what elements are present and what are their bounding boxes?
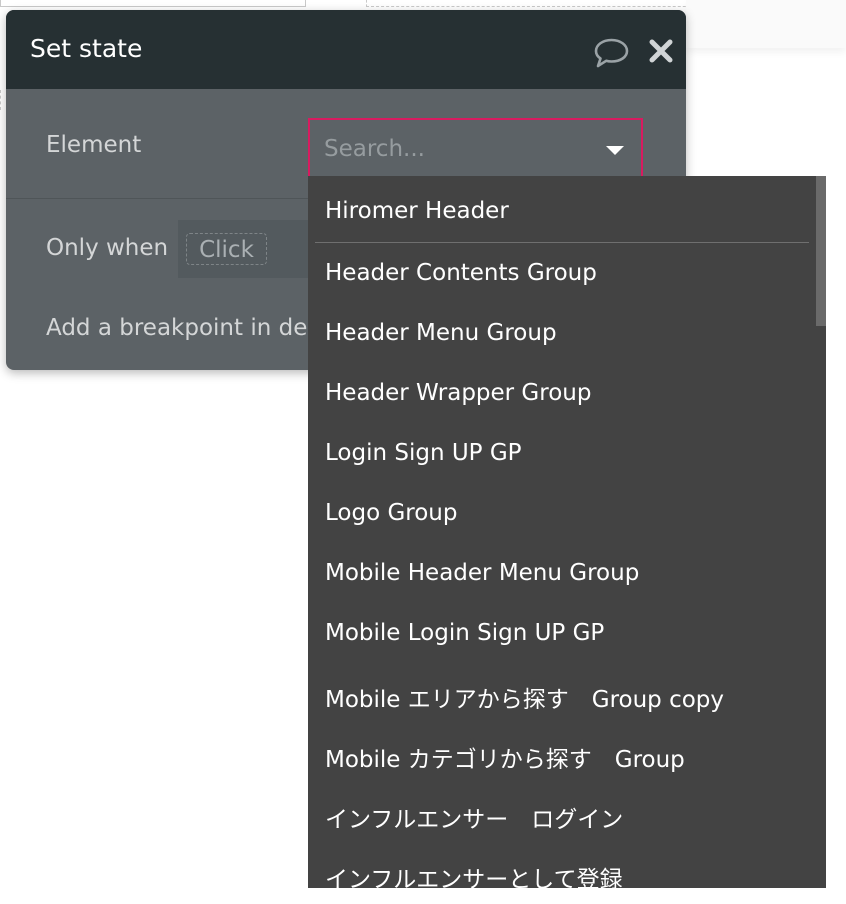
dropdown-item[interactable]: Login Sign UP GP	[325, 440, 522, 466]
element-search-input[interactable]	[324, 134, 594, 164]
dropdown-item[interactable]: Header Wrapper Group	[325, 380, 591, 406]
canvas-element-shadow	[686, 0, 846, 48]
canvas-element-outline	[0, 0, 306, 7]
panel-header: Set state	[6, 10, 686, 89]
dropdown-item[interactable]: Logo Group	[325, 500, 458, 526]
dropdown-item[interactable]: Mobile Login Sign UP GP	[325, 620, 604, 646]
only-when-label: Only when	[46, 235, 169, 261]
dropdown-item[interactable]: Mobile カテゴリから探す Group	[325, 740, 685, 774]
condition-chip[interactable]: Click	[186, 233, 267, 265]
caret-down-icon[interactable]	[606, 146, 624, 155]
dropdown-item[interactable]: Header Contents Group	[325, 260, 597, 286]
element-dropdown-list: Hiromer Header Header Contents Group Hea…	[308, 176, 826, 888]
breakpoint-label: Add a breakpoint in deb	[46, 315, 322, 341]
dropdown-item[interactable]: Mobile Header Menu Group	[325, 560, 639, 586]
dropdown-item[interactable]: Hiromer Header	[325, 198, 509, 224]
panel-title: Set state	[30, 34, 143, 63]
dropdown-item[interactable]: インフルエンサーとして登録	[325, 860, 623, 888]
canvas-element-outline-dashed	[366, 0, 726, 7]
dropdown-item[interactable]: インフルエンサー ログイン	[325, 800, 623, 834]
canvas-guide-line	[0, 90, 1, 110]
comment-bubble-icon[interactable]	[593, 37, 630, 69]
dropdown-item[interactable]: Header Menu Group	[325, 320, 557, 346]
dropdown-scrollbar-thumb[interactable]	[816, 176, 826, 326]
close-icon[interactable]	[649, 39, 673, 63]
element-search-dropdown[interactable]	[308, 118, 643, 178]
dropdown-item[interactable]: Mobile エリアから探す Group copy	[325, 680, 724, 714]
dropdown-separator	[315, 242, 809, 243]
element-label: Element	[46, 132, 142, 158]
